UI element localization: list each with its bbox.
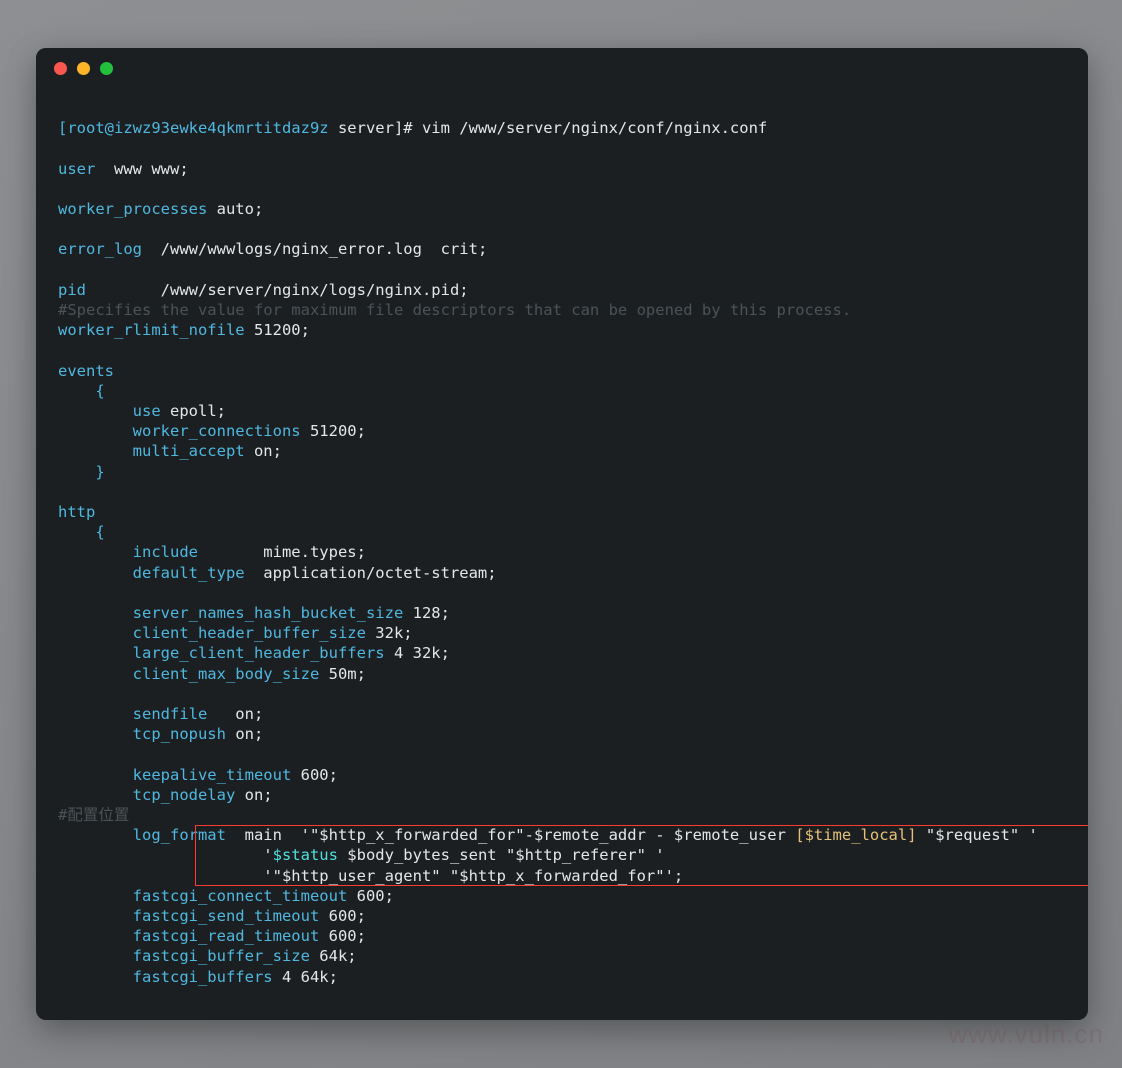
directive-worker-rlimit-nofile: worker_rlimit_nofile <box>58 321 245 340</box>
value-fastcgi-connect-timeout: 600; <box>347 886 394 905</box>
value-worker-connections: 51200; <box>300 422 366 441</box>
value-client-header-buffer-size: 32k; <box>365 624 413 643</box>
directive-use: use <box>58 401 161 420</box>
directive-tcp-nopush: tcp_nopush <box>58 725 226 744</box>
directive-worker-processes: worker_processes <box>58 199 208 218</box>
directive-worker-connections: worker_connections <box>58 422 301 441</box>
directive-fastcgi-read-timeout: fastcgi_read_timeout <box>58 927 320 946</box>
value-keepalive-timeout: 600; <box>291 765 338 784</box>
block-events: events <box>58 361 114 380</box>
terminal-body[interactable]: [root@izwz93ewke4qkmrtitdaz9z server]# v… <box>36 88 1088 987</box>
block-http: http <box>58 502 96 521</box>
terminal-window: [root@izwz93ewke4qkmrtitdaz9z server]# v… <box>36 48 1088 1020</box>
directive-log-format: log_format <box>58 826 226 845</box>
prompt-sigil: server]# <box>337 119 413 138</box>
events-close-brace: } <box>58 462 105 481</box>
directive-include: include <box>58 543 198 562</box>
directive-multi-accept: multi_accept <box>58 442 245 461</box>
directive-server-names-hash-bucket-size: server_names_hash_bucket_size <box>58 603 404 622</box>
value-worker-rlimit-nofile: 51200; <box>244 321 310 340</box>
directive-tcp-nodelay: tcp_nodelay <box>58 785 236 804</box>
directive-fastcgi-send-timeout: fastcgi_send_timeout <box>58 906 320 925</box>
value-default-type: application/octet-stream; <box>244 563 497 582</box>
log-format-line2-tail: $body_bytes_sent "$http_referer" ' <box>337 846 665 865</box>
variable-time-local: [$time_local] <box>795 826 917 845</box>
fastcgi-block: fastcgi_connect_timeout 600; fastcgi_sen… <box>58 886 1066 987</box>
prompt-command: vim /www/server/nginx/conf/nginx.conf <box>421 119 768 138</box>
maximize-button[interactable] <box>100 61 113 75</box>
value-tcp-nodelay: on; <box>235 785 273 804</box>
value-server-names-hash-bucket-size: 128; <box>403 603 450 622</box>
directive-keepalive-timeout: keepalive_timeout <box>58 765 292 784</box>
directive-user: user <box>58 159 96 178</box>
log-format-highlight-region: log_format main '"$http_x_forwarded_for"… <box>58 825 1088 887</box>
directive-client-header-buffer-size: client_header_buffer_size <box>58 624 366 643</box>
prompt-user-host: [root@izwz93ewke4qkmrtitdaz9z <box>58 119 329 138</box>
directive-sendfile: sendfile <box>58 704 208 723</box>
config-block-top: user www www; worker_processes auto; err… <box>58 138 1066 825</box>
value-user: www www; <box>95 159 189 178</box>
value-pid: /www/server/nginx/logs/nginx.pid; <box>86 280 469 299</box>
events-open-brace: { <box>58 381 105 400</box>
directive-fastcgi-buffers: fastcgi_buffers <box>58 967 273 986</box>
directive-error-log: error_log <box>58 240 142 259</box>
directive-default-type: default_type <box>58 563 245 582</box>
log-format-part1-tail: "$request" ' <box>916 826 1038 845</box>
value-sendfile: on; <box>207 704 264 723</box>
log-format-line2-indent: ' <box>58 846 273 865</box>
value-large-client-header-buffers: 4 32k; <box>384 644 450 663</box>
value-use: epoll; <box>160 401 226 420</box>
prompt-line: [root@izwz93ewke4qkmrtitdaz9z server]# v… <box>58 98 1066 138</box>
value-tcp-nopush: on; <box>225 725 264 744</box>
value-include: mime.types; <box>197 543 366 562</box>
value-client-max-body-size: 50m; <box>319 664 366 683</box>
value-multi-accept: on; <box>244 442 282 461</box>
value-fastcgi-buffer-size: 64k; <box>309 947 357 966</box>
window-titlebar <box>36 48 1088 88</box>
value-fastcgi-send-timeout: 600; <box>319 906 366 925</box>
log-format-name: main <box>225 826 282 845</box>
value-error-log: /www/wwwlogs/nginx_error.log crit; <box>142 240 488 259</box>
value-fastcgi-read-timeout: 600; <box>319 927 366 946</box>
comment-file-descriptors: #Specifies the value for maximum file de… <box>58 300 852 319</box>
close-button[interactable] <box>54 61 67 75</box>
site-watermark: www.vuln.cn <box>948 1019 1104 1049</box>
log-format-line3: '"$http_user_agent" "$http_x_forwarded_f… <box>58 866 684 885</box>
http-open-brace: { <box>58 523 105 542</box>
minimize-button[interactable] <box>77 61 90 75</box>
comment-config-location: #配置位置 <box>58 805 130 824</box>
log-format-part1: '"$http_x_forwarded_for"-$remote_addr - … <box>281 826 796 845</box>
prompt-cwd <box>329 119 338 137</box>
variable-status: $status <box>272 846 338 865</box>
directive-pid: pid <box>58 280 86 299</box>
directive-large-client-header-buffers: large_client_header_buffers <box>58 644 385 663</box>
log-format-statement: log_format main '"$http_x_forwarded_for"… <box>58 825 1066 886</box>
directive-fastcgi-connect-timeout: fastcgi_connect_timeout <box>58 886 348 905</box>
directive-fastcgi-buffer-size: fastcgi_buffer_size <box>58 947 310 966</box>
value-worker-processes: auto; <box>207 199 264 218</box>
directive-client-max-body-size: client_max_body_size <box>58 664 320 683</box>
value-fastcgi-buffers: 4 64k; <box>272 967 338 986</box>
